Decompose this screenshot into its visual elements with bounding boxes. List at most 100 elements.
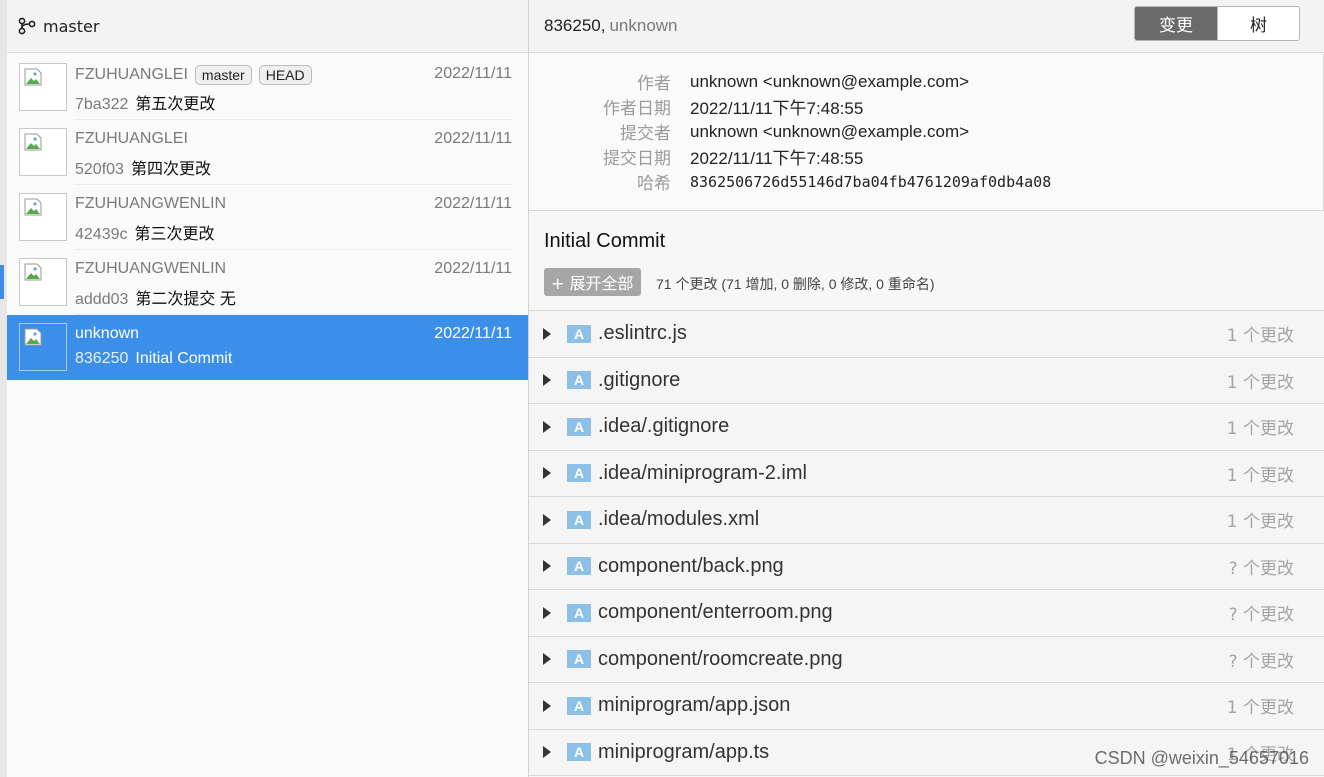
- commit-date: 2022/11/11: [434, 195, 512, 212]
- commit-message: 第四次更改: [130, 161, 211, 178]
- scroll-marker[interactable]: [0, 265, 4, 299]
- expand-caret-icon[interactable]: [543, 606, 551, 619]
- commit-row[interactable]: FZUHUANGWENLIN 2022/11/11 42439c 第三次更改: [7, 185, 528, 250]
- expand-caret-icon[interactable]: [543, 420, 551, 433]
- committer-label: 提交者: [620, 124, 671, 144]
- meta-author-row: 作者 unknown <unknown@example.com>: [529, 69, 970, 95]
- file-change-count: 1 个更改: [1226, 698, 1294, 719]
- expand-caret-icon[interactable]: [543, 699, 551, 712]
- expand-caret-icon[interactable]: [543, 374, 551, 387]
- commit-subject-line: 42439c 第三次更改: [75, 220, 215, 244]
- file-row[interactable]: A component/back.png ? 个更改: [529, 543, 1324, 590]
- commit-hash: 520f03: [75, 161, 124, 178]
- author-value: unknown <unknown@example.com>: [690, 71, 970, 91]
- commit-author: FZUHUANGLEI: [75, 130, 188, 147]
- meta-hash-row: 哈希 8362506726d55146d7ba04fb4761209af0db4…: [529, 169, 1052, 195]
- file-row[interactable]: A miniprogram/app.json 1 个更改: [529, 683, 1324, 730]
- commit-subject-line: 836250 Initial Commit: [75, 350, 232, 368]
- added-status-badge: A: [567, 371, 591, 390]
- file-path: .idea/modules.xml: [598, 508, 760, 531]
- commit-author-line: FZUHUANGLEI: [75, 130, 188, 148]
- file-row[interactable]: A .gitignore 1 个更改: [529, 357, 1324, 404]
- avatar: [19, 258, 67, 306]
- commit-row[interactable]: FZUHUANGLEI 2022/11/11 520f03 第四次更改: [7, 120, 528, 185]
- expand-caret-icon[interactable]: [543, 653, 551, 666]
- expand-caret-icon[interactable]: [543, 467, 551, 480]
- commit-row[interactable]: FZUHUANGLEI master HEAD 2022/11/11 7ba322 第…: [7, 55, 528, 120]
- file-row[interactable]: A .eslintrc.js 1 个更改: [529, 311, 1324, 358]
- file-change-count: 1 个更改: [1226, 512, 1294, 533]
- commit-message: 第五次更改: [135, 96, 216, 113]
- author-date-label: 作者日期: [603, 99, 671, 119]
- hash-value: 8362506726d55146d7ba04fb4761209af0db4a08: [690, 172, 1052, 191]
- commit-author: FZUHUANGWENLIN: [75, 195, 227, 212]
- commit-author: unknown: [75, 325, 140, 342]
- commit-date: 2022/11/11: [434, 325, 512, 342]
- commit-message: 第三次更改: [134, 226, 215, 243]
- commit-author-line: FZUHUANGWENLIN: [75, 260, 226, 278]
- file-path: .idea/.gitignore: [598, 415, 730, 438]
- commit-hash: addd03: [75, 291, 129, 308]
- commit-author: FZUHUANGLEI: [75, 66, 188, 83]
- expand-caret-icon[interactable]: [543, 513, 551, 526]
- ref-tag: master: [194, 65, 252, 85]
- avatar: [19, 323, 67, 371]
- watermark: CSDN @weixin_54657016: [1094, 748, 1309, 768]
- commit-history-pane: master FZUHUANGLEI master HEAD 2022/11/11 …: [7, 0, 528, 777]
- branch-header[interactable]: master: [7, 0, 528, 53]
- committer-value: unknown <unknown@example.com>: [690, 121, 970, 141]
- author-label: 作者: [637, 74, 671, 94]
- file-path: component/back.png: [598, 554, 784, 577]
- added-status-badge: A: [567, 417, 591, 436]
- avatar: [19, 193, 67, 241]
- changes-view-button[interactable]: 变更: [1135, 7, 1217, 40]
- edge-strip: [0, 0, 7, 777]
- added-status-badge: A: [567, 557, 591, 576]
- file-path: .eslintrc.js: [598, 322, 687, 345]
- commit-date: 2022/11/11: [434, 65, 512, 82]
- added-status-badge: A: [567, 464, 591, 483]
- broken-image-icon: [24, 68, 42, 86]
- commit-message: 第二次提交 无: [135, 291, 236, 308]
- file-row[interactable]: A .idea/miniprogram-2.iml 1 个更改: [529, 450, 1324, 497]
- file-row[interactable]: A .idea/modules.xml 1 个更改: [529, 497, 1324, 544]
- commit-hash: 836250: [75, 350, 129, 367]
- file-path: component/roomcreate.png: [598, 647, 843, 670]
- hash-label: 哈希: [637, 174, 671, 194]
- file-path: component/enterroom.png: [598, 601, 833, 624]
- branch-icon: [18, 17, 36, 35]
- meta-committer-row: 提交者 unknown <unknown@example.com>: [529, 119, 970, 145]
- expand-caret-icon[interactable]: [543, 746, 551, 759]
- file-row[interactable]: A component/enterroom.png ? 个更改: [529, 590, 1324, 637]
- broken-image-icon: [24, 328, 42, 346]
- commit-subject-line: 7ba322 第五次更改: [75, 90, 215, 114]
- meta-author-date-row: 作者日期 2022/11/11下午7:48:55: [529, 94, 863, 119]
- broken-image-icon: [24, 133, 42, 151]
- expand-caret-icon[interactable]: [543, 327, 551, 340]
- expand-caret-icon[interactable]: [543, 560, 551, 573]
- commit-row[interactable]: unknown 2022/11/11 836250 Initial Commit: [7, 315, 528, 380]
- commit-date: 2022/11/11: [434, 260, 512, 277]
- git-client-window: master FZUHUANGLEI master HEAD 2022/11/11 …: [0, 0, 1324, 777]
- expand-all-button[interactable]: + 展开全部: [544, 268, 641, 296]
- file-change-count: ? 个更改: [1228, 651, 1294, 672]
- avatar: [19, 128, 67, 176]
- file-row[interactable]: A .idea/.gitignore 1 个更改: [529, 404, 1324, 451]
- author-date-value: 2022/11/11下午7:48:55: [690, 99, 864, 118]
- meta-commit-date-row: 提交日期 2022/11/11下午7:48:55: [529, 144, 863, 169]
- commit-row[interactable]: FZUHUANGWENLIN 2022/11/11 addd03 第二次提交 无: [7, 250, 528, 315]
- commit-hash: 7ba322: [75, 96, 129, 113]
- file-change-count: ? 个更改: [1228, 558, 1294, 579]
- commit-message: Initial Commit: [135, 350, 233, 367]
- added-status-badge: A: [567, 743, 591, 762]
- file-path: .idea/miniprogram-2.iml: [598, 461, 807, 484]
- file-row[interactable]: A component/roomcreate.png ? 个更改: [529, 636, 1324, 683]
- avatar: [19, 63, 67, 111]
- file-change-count: 1 个更改: [1226, 326, 1294, 347]
- broken-image-icon: [24, 263, 42, 281]
- file-path: .gitignore: [598, 368, 681, 391]
- commit-list: FZUHUANGLEI master HEAD 2022/11/11 7ba322 第…: [7, 55, 528, 380]
- tree-view-button[interactable]: 树: [1217, 7, 1299, 40]
- ref-tag: HEAD: [258, 65, 312, 85]
- file-path: miniprogram/app.ts: [598, 740, 770, 763]
